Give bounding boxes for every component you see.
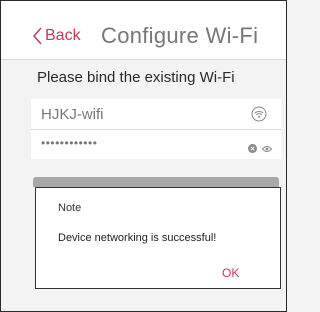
- app-screen: Back Configure Wi-Fi Please bind the exi…: [0, 0, 287, 312]
- back-label: Back: [45, 27, 81, 44]
- ssid-value: HJKJ-wifi: [41, 106, 104, 123]
- eye-icon[interactable]: [261, 140, 273, 158]
- page-title: Configure Wi-Fi: [101, 23, 259, 48]
- password-value: ••••••••••••: [41, 136, 98, 150]
- header-bar: Back Configure Wi-Fi: [1, 1, 286, 60]
- back-button[interactable]: Back: [33, 27, 81, 45]
- clear-icon[interactable]: [248, 140, 257, 158]
- chevron-left-icon: [33, 27, 43, 45]
- password-field[interactable]: ••••••••••••: [31, 129, 281, 159]
- dialog-message: Device networking is successful!: [58, 232, 217, 244]
- ssid-field[interactable]: HJKJ-wifi: [31, 99, 281, 130]
- wifi-icon[interactable]: [251, 106, 267, 127]
- ok-button[interactable]: OK: [222, 266, 239, 280]
- dialog-title: Note: [58, 202, 82, 214]
- bind-instruction: Please bind the existing Wi-Fi: [37, 69, 235, 86]
- alert-dialog: Note Device networking is successful! OK: [35, 187, 281, 289]
- dimmed-button-edge: [33, 177, 279, 187]
- wifi-form: HJKJ-wifi ••••••••••••: [31, 99, 281, 159]
